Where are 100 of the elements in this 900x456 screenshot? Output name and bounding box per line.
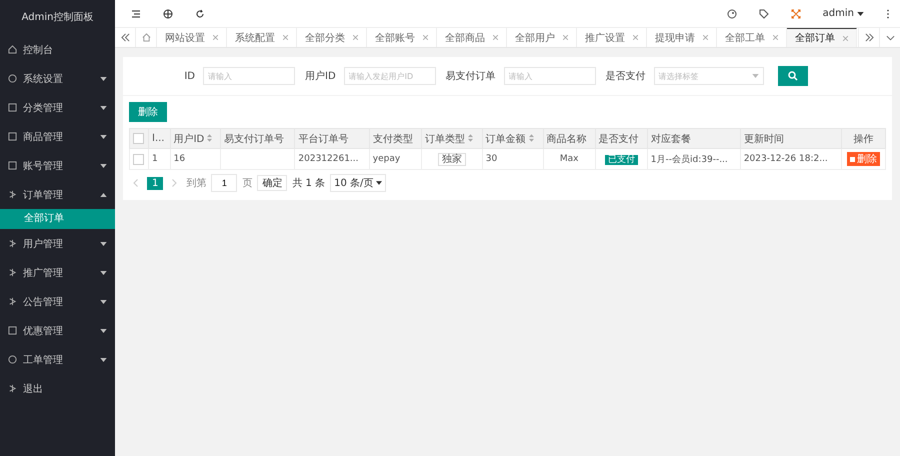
sort-icon[interactable] [468,134,473,142]
column-header: 更新时间 [740,128,842,148]
sort-icon[interactable] [528,134,534,142]
user-menu[interactable]: admin [822,8,864,19]
table-cell: 1 [152,154,158,164]
column-header: 支付类型 [369,128,422,148]
column-header: 平台订单号 [294,128,370,148]
refresh-icon[interactable] [195,8,205,18]
menu-item-icon [8,74,17,83]
sidebar-item[interactable]: 系统设置 [0,64,115,93]
column-header: 用户ID [170,128,221,148]
globe-icon[interactable] [163,8,173,18]
menu-item-icon [8,268,17,277]
sort-icon[interactable] [207,134,212,142]
column-header: 对应套餐 [647,128,740,148]
menu-item-icon [8,45,17,54]
sidebar-item[interactable]: 分类管理 [0,93,115,122]
menu-item-icon [8,297,17,306]
page-tab[interactable]: 系统配置 [227,28,297,47]
palette-icon[interactable] [726,8,737,18]
table-cell: 30 [486,154,498,164]
page-input[interactable]: 1 [211,174,238,192]
caret-icon [752,74,759,78]
menu-item-icon [8,239,17,248]
sidebar-item[interactable]: 退出 [0,374,115,403]
column-header: 是否支付 [595,128,648,148]
filter-label: ID [183,70,195,82]
select-all-checkbox[interactable] [133,132,144,144]
close-icon[interactable] [703,35,708,40]
page-tab[interactable]: 全部商品 [437,28,507,47]
close-icon[interactable] [843,36,848,40]
total-count: 共 1 条 [292,176,326,190]
caret-icon [376,181,382,185]
sidebar-item[interactable]: 工单管理 [0,345,115,374]
close-icon[interactable] [773,35,778,40]
delete-button[interactable]: 删除 [129,102,167,122]
page-tab[interactable]: 提现申请 [647,28,717,47]
close-icon[interactable] [213,35,218,40]
home-icon [142,33,150,42]
sidebar-item[interactable]: 订单管理 [0,180,115,209]
close-icon[interactable] [283,35,288,40]
column-header: 订单类型 [421,128,482,148]
sidebar-item[interactable]: 公告管理 [0,287,115,316]
sidebar-title: Admin控制面板 [20,10,94,25]
filter-label: 易支付订单 [446,70,496,83]
column-header: 商品名称 [543,128,596,148]
table-cell: 16 [174,154,186,164]
sidebar-item[interactable]: 商品管理 [0,122,115,151]
column-header: 操作 [841,128,886,148]
page-tab[interactable]: 全部分类 [297,28,367,47]
page-number[interactable]: 1 [147,176,164,190]
tag-icon[interactable] [758,8,769,18]
sidebar-item[interactable]: 控制台 [0,35,115,64]
filter-label: 用户ID [305,70,336,83]
double-chevron-left-icon [120,33,130,42]
menu-item-icon [8,384,17,393]
table-cell: 202312261... [298,154,359,164]
menu-item-icon [8,161,17,170]
fullscreen-icon[interactable] [790,8,801,18]
order-type-tag: 独家 [438,153,466,166]
close-icon[interactable] [563,35,568,40]
close-icon[interactable] [493,35,498,40]
table-cell: yepay [372,154,400,164]
close-icon[interactable] [423,35,428,40]
sidebar-item[interactable]: 用户管理 [0,229,115,258]
sidebar-item[interactable]: 账号管理 [0,151,115,180]
trash-icon [850,156,855,162]
row-checkbox[interactable] [133,154,144,164]
menu-icon[interactable] [131,8,141,18]
double-chevron-right-icon [864,33,874,42]
confirm-button[interactable]: 确定 [257,175,288,191]
page-tab[interactable]: 全部订单 [787,28,857,47]
menu-item-icon [8,190,17,199]
sidebar-subitem[interactable]: 全部订单 [0,209,115,229]
input-field[interactable]: 请输入 [203,67,295,85]
search-button[interactable] [778,66,808,86]
page-size-select[interactable]: 10 条/页 [330,174,386,192]
close-icon[interactable] [633,35,638,40]
search-icon [788,71,798,81]
column-header: 易支付订单号 [220,128,295,148]
input-field[interactable]: 请输入发起用户ID [344,67,436,85]
menu-item-icon [8,326,17,335]
goto-label: 到第 [186,177,206,190]
page-tab[interactable]: 全部用户 [507,28,577,47]
caret-icon [857,12,864,16]
filter-label: 是否支付 [606,70,646,83]
close-icon[interactable] [353,35,358,40]
more-icon[interactable] [886,8,890,18]
page-tab[interactable]: 推广设置 [577,28,647,47]
table-cell: 1月--会员id:39--... [650,154,728,164]
page-tab[interactable]: 网站设置 [157,28,227,47]
sidebar-item[interactable]: 优惠管理 [0,316,115,345]
input-field[interactable]: 请输入 [504,67,596,85]
paid-badge: 已支付 [604,154,638,164]
sidebar-item[interactable]: 推广管理 [0,258,115,287]
menu-item-icon [8,132,17,141]
column-header: I... [148,128,170,148]
column-header: 订单金额 [482,128,544,148]
page-tab[interactable]: 全部账号 [367,28,437,47]
page-unit: 页 [242,177,252,190]
